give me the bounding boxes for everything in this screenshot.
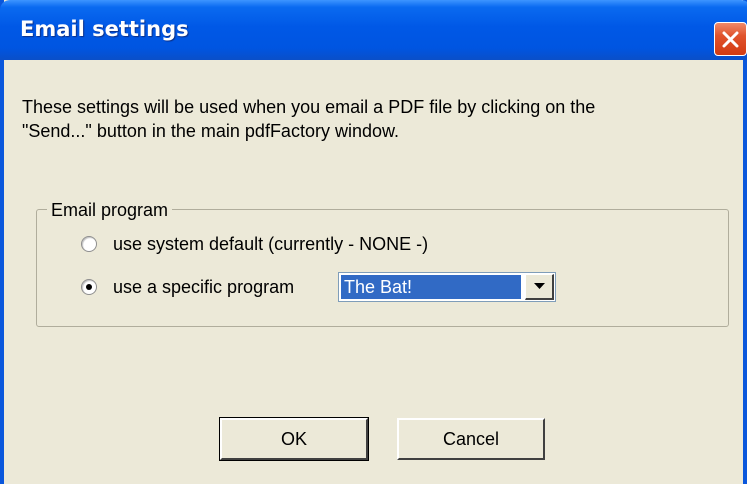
- cancel-button[interactable]: Cancel: [397, 418, 545, 460]
- description-line-2: "Send..." button in the main pdfFactory …: [22, 121, 399, 141]
- program-select[interactable]: The Bat!: [338, 272, 556, 302]
- radio-specific-program[interactable]: use a specific program: [81, 275, 294, 299]
- radio-specific-program-control[interactable]: [81, 279, 97, 295]
- radio-system-default-control[interactable]: [81, 236, 97, 252]
- close-button[interactable]: [714, 22, 747, 56]
- radio-system-default-label: use system default (currently - NONE -): [113, 233, 429, 254]
- description-text: These settings will be used when you ema…: [22, 95, 722, 143]
- radio-specific-program-label: use a specific program: [113, 276, 295, 297]
- email-program-group-label: Email program: [47, 200, 173, 220]
- description-line-1: These settings will be used when you ema…: [22, 97, 596, 117]
- radio-system-default[interactable]: use system default (currently - NONE -): [81, 232, 428, 256]
- program-select-value: The Bat!: [341, 275, 521, 299]
- close-icon: [722, 31, 739, 48]
- ok-button[interactable]: OK: [219, 417, 369, 461]
- program-select-dropdown-button[interactable]: [525, 274, 554, 300]
- email-program-groupbox: [36, 209, 729, 327]
- dialog-title: Email settings: [20, 17, 189, 41]
- title-bar[interactable]: Email settings: [0, 0, 747, 60]
- chevron-down-icon: [534, 283, 545, 289]
